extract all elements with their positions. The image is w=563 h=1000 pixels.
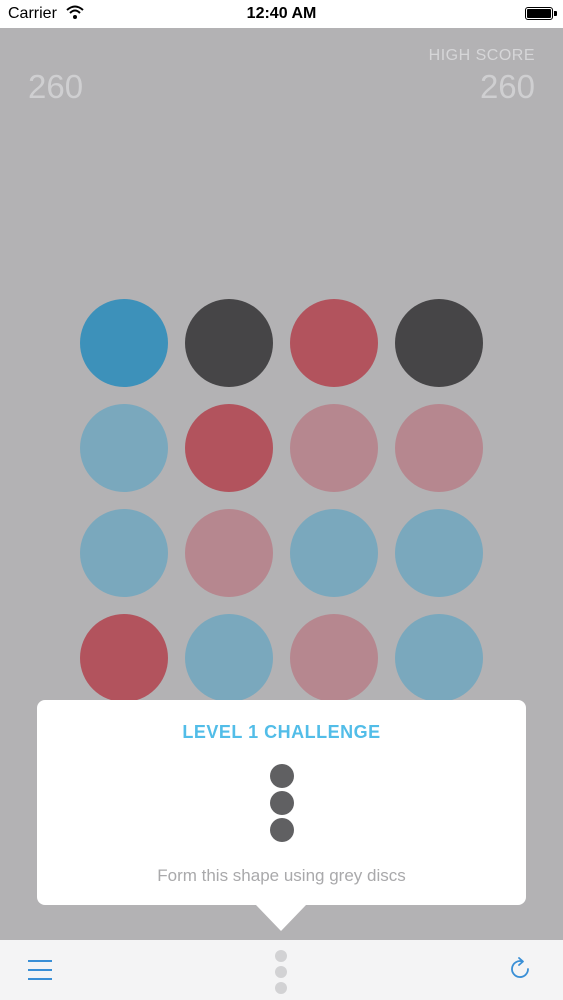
game-board [80,299,484,703]
battery-icon [525,7,557,20]
disc-light-red[interactable] [395,404,483,492]
disc-red[interactable] [290,299,378,387]
disc-dark[interactable] [395,299,483,387]
disc-dark[interactable] [185,299,273,387]
disc-red[interactable] [185,404,273,492]
popup-pointer [256,905,306,931]
high-score-label: HIGH SCORE [428,47,535,64]
clock: 12:40 AM [246,5,317,22]
shape-disc [270,818,294,842]
vertical-dots-icon[interactable] [275,950,287,996]
disc-light-blue[interactable] [290,509,378,597]
challenge-title: LEVEL 1 CHALLENGE [182,722,381,742]
disc-light-red[interactable] [185,509,273,597]
disc-blue[interactable] [80,299,168,387]
disc-light-blue[interactable] [395,509,483,597]
disc-light-red[interactable] [290,614,378,702]
refresh-icon[interactable] [507,956,533,982]
bottom-toolbar [0,940,563,1000]
disc-light-blue[interactable] [185,614,273,702]
disc-red[interactable] [80,614,168,702]
challenge-instruction: Form this shape using grey discs [157,866,406,885]
current-score: 260 [28,68,84,105]
disc-light-blue[interactable] [80,509,168,597]
challenge-popup[interactable]: LEVEL 1 CHALLENGE Form this shape using … [37,700,526,905]
shape-disc [270,791,294,815]
status-bar: Carrier 12:40 AM [0,0,563,28]
hamburger-menu-icon[interactable] [28,960,52,980]
shape-disc [270,764,294,788]
disc-light-blue[interactable] [80,404,168,492]
high-score-value: 260 [479,68,535,105]
disc-light-red[interactable] [290,404,378,492]
disc-light-blue[interactable] [395,614,483,702]
